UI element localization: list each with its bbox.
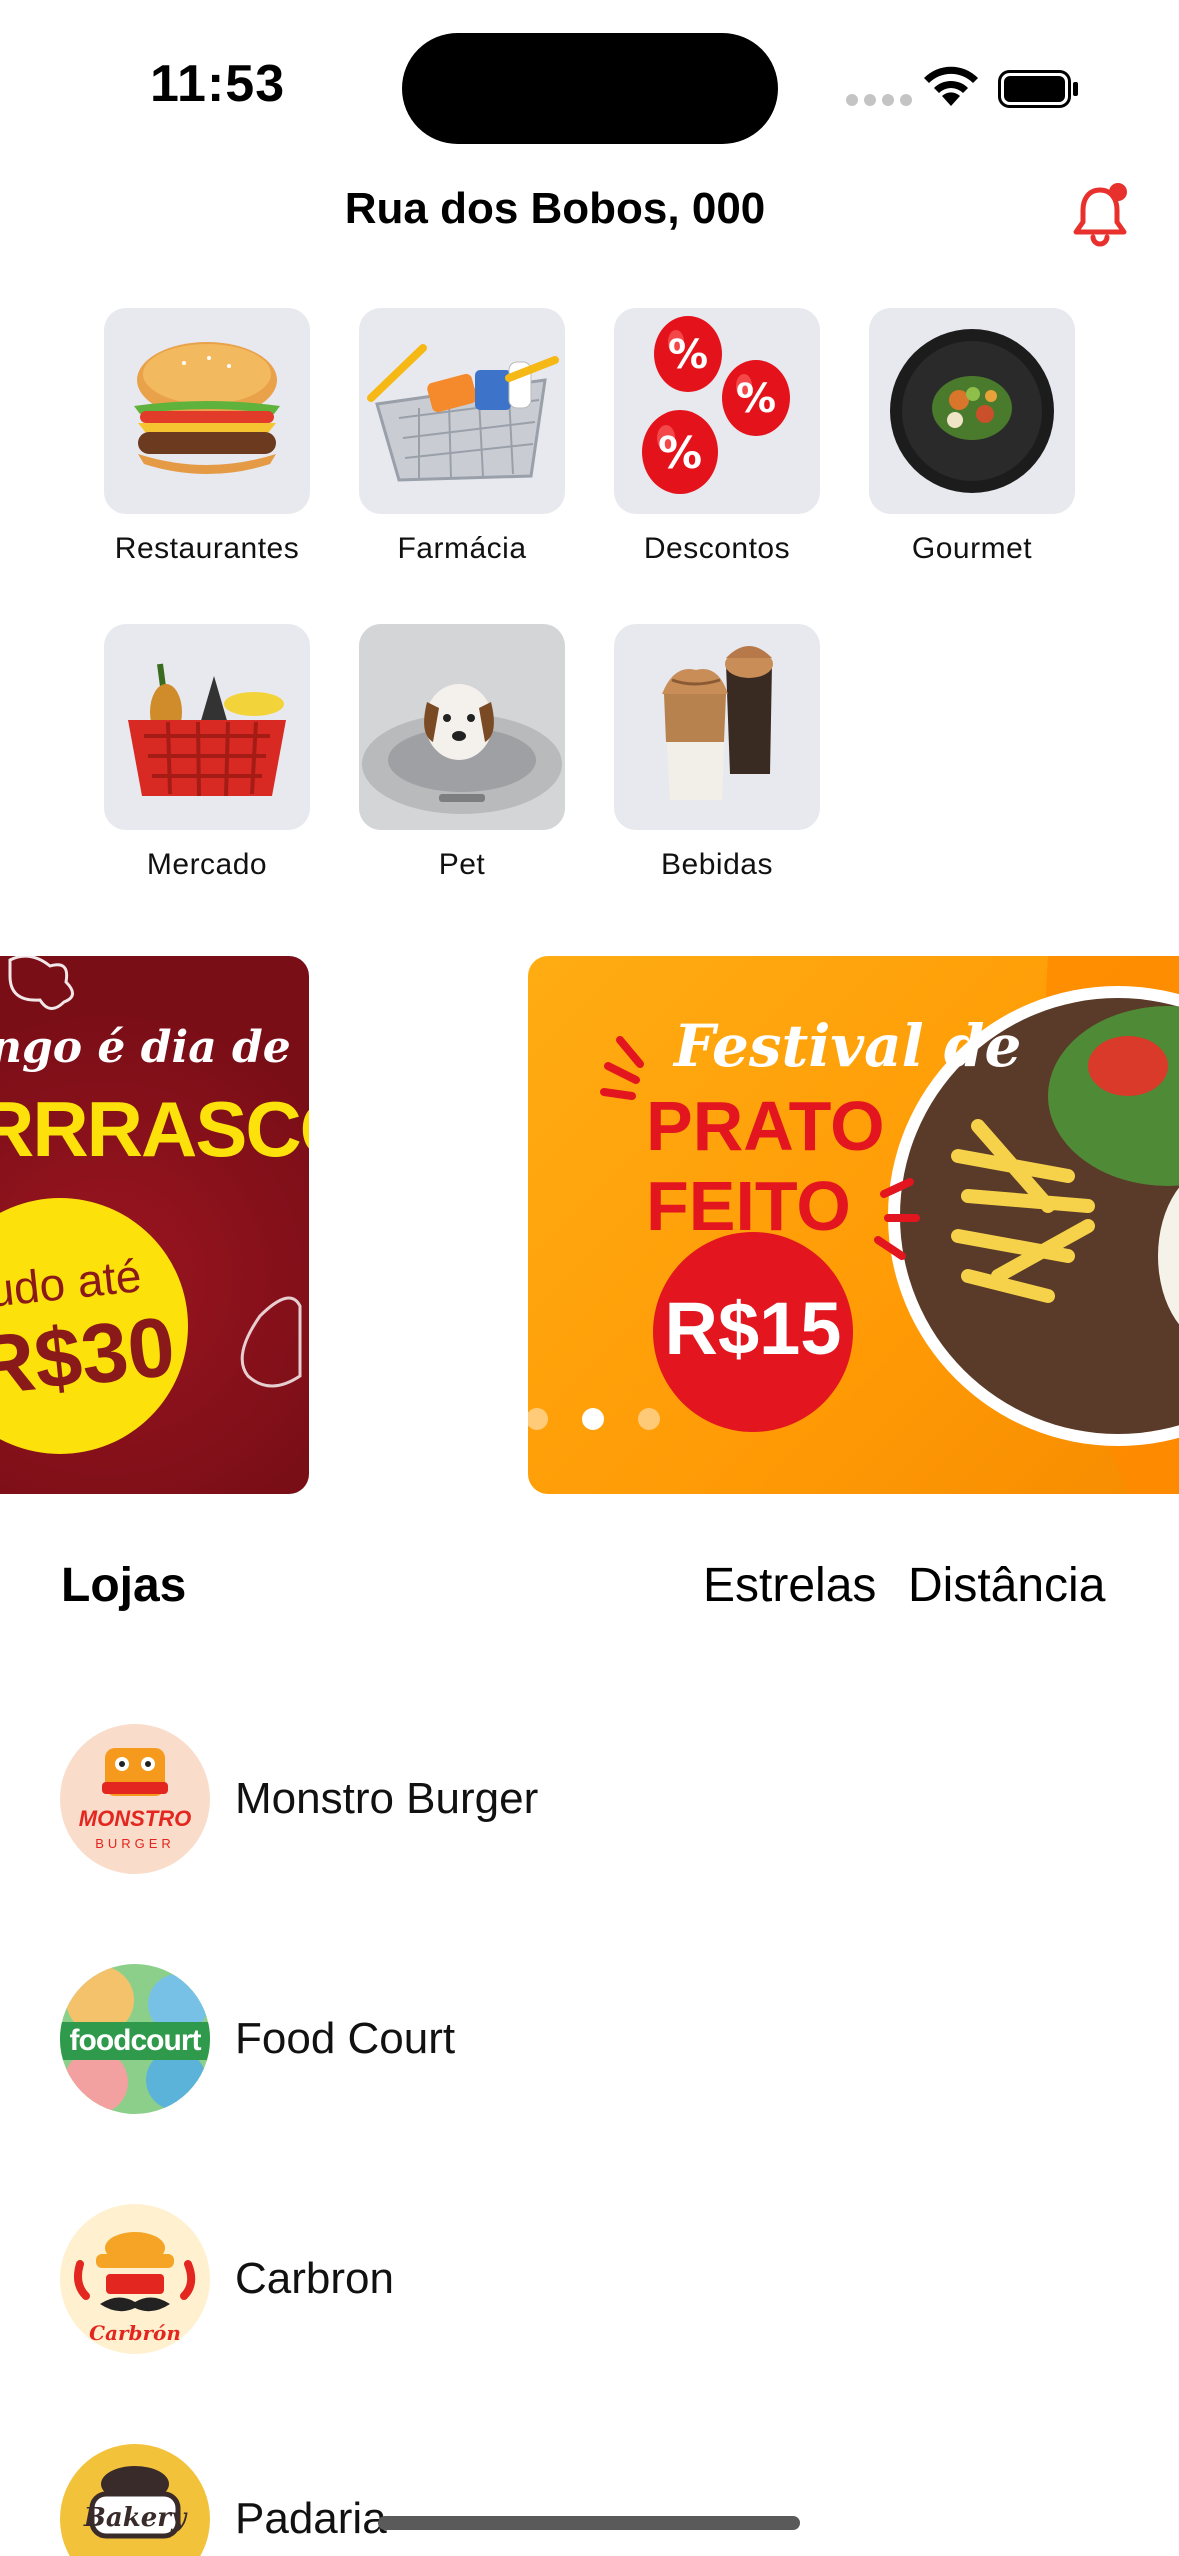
cellular-signal-icon [846, 94, 912, 106]
dynamic-island [402, 33, 778, 144]
coffee-drinks-icon [662, 646, 773, 800]
category-label: Gourmet [911, 532, 1033, 565]
burger-icon [134, 342, 280, 474]
category-mercado[interactable]: Mercado [104, 624, 310, 882]
category-farmacia[interactable]: Farmácia [359, 308, 565, 566]
store-logo: Carbrón [60, 2204, 210, 2354]
monstro-burger-logo: MONSTRO BURGER [79, 1748, 191, 1851]
category-tile [869, 308, 1075, 514]
banner-right-script: Festival de [674, 1012, 1022, 1080]
percent-balloons-icon: % % % [642, 316, 790, 494]
store-logo: MONSTRO BURGER [60, 1724, 210, 1874]
store-logo-text: foodcourt [70, 2024, 202, 2057]
category-restaurantes[interactable]: Restaurantes [104, 308, 310, 566]
status-time: 11:53 [150, 55, 286, 113]
dog-bed-icon [359, 624, 565, 830]
banner-left-line2: RRRASCO [0, 1085, 309, 1173]
carousel-dot-active[interactable] [582, 1408, 604, 1430]
category-pet[interactable]: Pet [359, 624, 565, 882]
carousel-dot[interactable] [526, 1408, 548, 1430]
carousel-dot[interactable] [638, 1408, 660, 1430]
sort-by-distance-button[interactable]: Distância [908, 1558, 1105, 1613]
store-logo: foodcourt [60, 1964, 210, 2114]
category-label: Mercado [146, 848, 268, 881]
category-tile [104, 624, 310, 830]
category-tile [104, 308, 310, 514]
svg-text:%: % [668, 332, 708, 378]
store-name: Padaria [235, 2494, 387, 2543]
category-label: Descontos [643, 532, 791, 565]
category-tile [359, 308, 565, 514]
category-label: Pet [438, 848, 486, 881]
store-name: Monstro Burger [235, 1774, 539, 1823]
store-list-item[interactable]: Carbrón Carbron [60, 2204, 394, 2354]
category-gourmet[interactable]: Gourmet [869, 308, 1075, 566]
gourmet-plate-icon [890, 329, 1054, 493]
bakery-logo: Bakery [83, 2466, 188, 2539]
sort-by-stars-button[interactable]: Estrelas [703, 1558, 876, 1613]
store-logo: Bakery [60, 2444, 210, 2556]
stores-section-title: Lojas [61, 1559, 187, 1612]
notification-bell-icon[interactable] [1068, 180, 1132, 250]
banner-left-line1: ngo é dia de [0, 1022, 291, 1073]
svg-text:%: % [736, 376, 776, 422]
store-logo-text: MONSTRO [79, 1806, 191, 1831]
pharmacy-basket-icon [367, 344, 559, 482]
banner-right-price: R$15 [664, 1287, 842, 1370]
banner-right-line1: PRATO [646, 1087, 885, 1165]
store-list-item[interactable]: MONSTRO BURGER Monstro Burger [60, 1724, 538, 1874]
wifi-icon [924, 66, 978, 106]
grocery-basket-icon [128, 663, 286, 797]
store-logo-text: Bakery [83, 2503, 188, 2533]
store-name: Carbron [235, 2254, 394, 2303]
category-label: Bebidas [661, 848, 773, 881]
category-label: Farmácia [397, 532, 527, 565]
carousel-page-indicator[interactable] [526, 1408, 660, 1430]
delivery-address[interactable]: Rua dos Bobos, 000 [0, 184, 1110, 234]
category-tile: % % % [614, 308, 820, 514]
store-list-item[interactable]: Bakery Padaria [60, 2444, 387, 2556]
store-list-item[interactable]: foodcourt Food Court [60, 1964, 455, 2114]
banner-right-line2: FEITO [646, 1167, 851, 1245]
category-tile [359, 624, 565, 830]
carbron-logo: Carbrón [74, 2232, 196, 2345]
category-label: Restaurantes [114, 532, 300, 565]
store-logo-subtext: BURGER [95, 1836, 175, 1851]
category-bebidas[interactable]: Bebidas [614, 624, 820, 882]
category-descontos[interactable]: % % % Descontos [614, 308, 820, 566]
home-indicator[interactable] [378, 2516, 800, 2530]
category-tile [614, 624, 820, 830]
promo-banner-churrasco[interactable]: ngo é dia de RRRASCO udo até R$30 [0, 956, 309, 1494]
food-court-logo: foodcourt [60, 1966, 210, 2114]
store-logo-text: Carbrón [89, 2321, 181, 2345]
battery-icon [998, 70, 1078, 108]
svg-text:%: % [658, 428, 702, 479]
status-bar: 11:53 [0, 0, 1179, 170]
store-name: Food Court [235, 2014, 456, 2063]
